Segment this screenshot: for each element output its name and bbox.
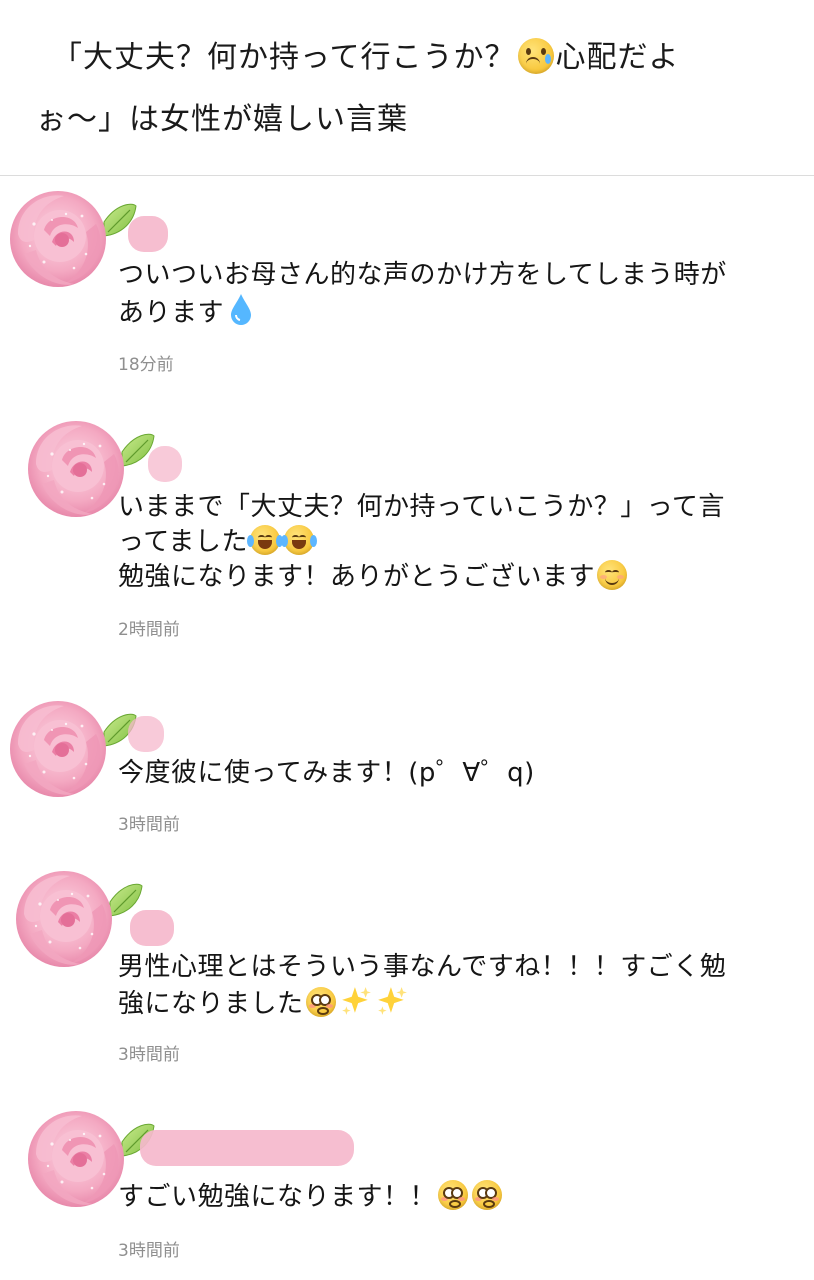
sparkles-icon xyxy=(376,985,408,1017)
comment-line: あります xyxy=(118,298,225,328)
comment-timestamp: 2時間前 xyxy=(118,620,180,640)
comment-line: ついついお母さん的な声のかけ方をしてしまう時が xyxy=(118,260,727,290)
comment-text: ついついお母さん的な声のかけ方をしてしまう時が あります xyxy=(118,258,778,331)
flushed-face-icon xyxy=(438,1180,469,1210)
article-header: 「大丈夫？何か持って行こうか？ 心配だよ ぉ〜」は女性が嬉しい言葉 xyxy=(0,0,814,176)
comment-timestamp: 3時間前 xyxy=(118,1241,180,1261)
crying-face-icon xyxy=(517,38,554,74)
comment-line: ってました xyxy=(118,527,248,557)
comment-timestamp: 3時間前 xyxy=(118,815,180,835)
user-name-redacted[interactable] xyxy=(140,1130,354,1166)
flushed-face-icon xyxy=(472,1180,503,1210)
sparkles-icon xyxy=(340,985,372,1017)
header-divider xyxy=(0,175,814,176)
user-name-redacted[interactable] xyxy=(128,216,168,252)
flushed-face-icon xyxy=(305,987,336,1017)
comment-text: 今度彼に使ってみます！(p゜∀゜q) xyxy=(118,756,778,791)
user-name-redacted[interactable] xyxy=(148,446,182,482)
comment-line: すごい勉強になります！！ xyxy=(118,1182,437,1212)
user-name-redacted[interactable] xyxy=(128,716,164,752)
article-title-line-1: 「大丈夫？何か持って行こうか？ 心配だよ xyxy=(52,38,680,78)
article-title-line-2: ぉ〜」は女性が嬉しい言葉 xyxy=(36,102,408,137)
droplet-icon xyxy=(231,294,252,325)
comment-line: 男性心理とはそういう事なんですね！！！すごく勉 xyxy=(118,952,727,982)
face-with-tears-of-joy-icon xyxy=(280,525,317,555)
face-with-tears-of-joy-icon xyxy=(246,525,283,555)
smiling-face-icon xyxy=(597,560,628,590)
comment-text: 男性心理とはそういう事なんですね！！！すごく勉 強になりました xyxy=(118,950,778,1022)
comment-line: いままで「大丈夫？何か持っていこうか？」って言 xyxy=(118,492,725,522)
comment-line: 勉強になります！ありがとうございます xyxy=(118,562,596,592)
user-name-redacted[interactable] xyxy=(130,910,174,946)
article-title-part-2: 心配だよ xyxy=(555,40,680,75)
comment-line: 強になりました xyxy=(118,989,304,1019)
comment-text: いままで「大丈夫？何か持っていこうか？」って言 ってました 勉強になります！あり… xyxy=(118,490,778,595)
comment-timestamp: 18分前 xyxy=(118,355,174,375)
comment-timestamp: 3時間前 xyxy=(118,1045,180,1065)
article-title-part-1: 「大丈夫？何か持って行こうか？ xyxy=(52,40,516,75)
comment-line: 今度彼に使ってみます！(p゜∀゜q) xyxy=(118,758,535,788)
comment-text: すごい勉強になります！！ xyxy=(118,1180,778,1215)
